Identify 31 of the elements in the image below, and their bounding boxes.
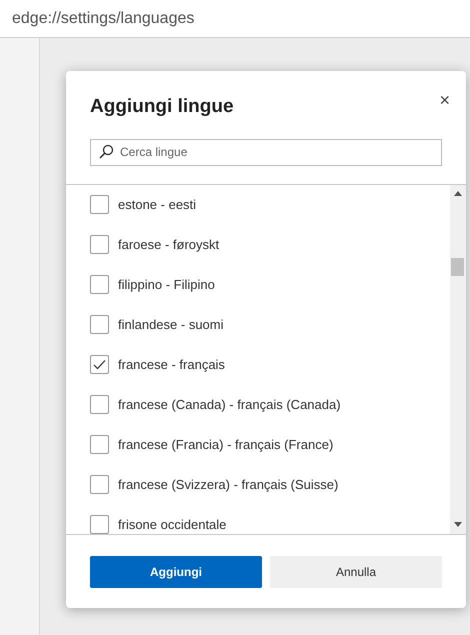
checkbox[interactable] [90, 515, 109, 534]
scroll-down-icon[interactable] [454, 522, 462, 526]
checkbox[interactable] [90, 475, 109, 494]
checkbox[interactable] [90, 195, 109, 214]
language-label[interactable]: estone - eesti [118, 194, 196, 214]
language-label[interactable]: francese (Canada) - français (Canada) [118, 394, 341, 414]
cancel-button[interactable]: Annulla [270, 556, 442, 588]
url-text: edge://settings/languages [12, 8, 194, 28]
language-label[interactable]: francese (Svizzera) - français (Suisse) [118, 474, 338, 494]
check-icon [93, 359, 106, 370]
checkbox[interactable] [90, 235, 109, 254]
scroll-up-icon[interactable] [454, 190, 462, 196]
language-label[interactable]: francese (Francia) - français (France) [118, 434, 334, 454]
language-label[interactable]: filippino - Filipino [118, 274, 215, 294]
language-label[interactable]: faroese - føroyskt [118, 234, 220, 254]
scroll-thumb[interactable] [451, 258, 464, 276]
checkbox[interactable] [90, 315, 109, 334]
search-icon [98, 144, 114, 160]
checkbox[interactable] [90, 275, 109, 294]
language-label[interactable]: francese - français [118, 354, 225, 374]
close-button[interactable]: × [439, 91, 450, 109]
add-button[interactable]: Aggiungi [90, 556, 262, 588]
language-label[interactable]: frisone occidentale [118, 514, 226, 534]
address-bar[interactable]: edge://settings/languages [0, 0, 470, 38]
checkbox[interactable] [90, 435, 109, 454]
dialog-title: Aggiungi lingue [90, 95, 234, 119]
search-field[interactable]: Cerca lingue [90, 138, 442, 166]
checkbox[interactable] [90, 395, 109, 414]
language-label[interactable]: finlandese - suomi [118, 314, 224, 334]
scrollbar[interactable] [450, 184, 466, 534]
checkbox[interactable] [90, 355, 109, 374]
